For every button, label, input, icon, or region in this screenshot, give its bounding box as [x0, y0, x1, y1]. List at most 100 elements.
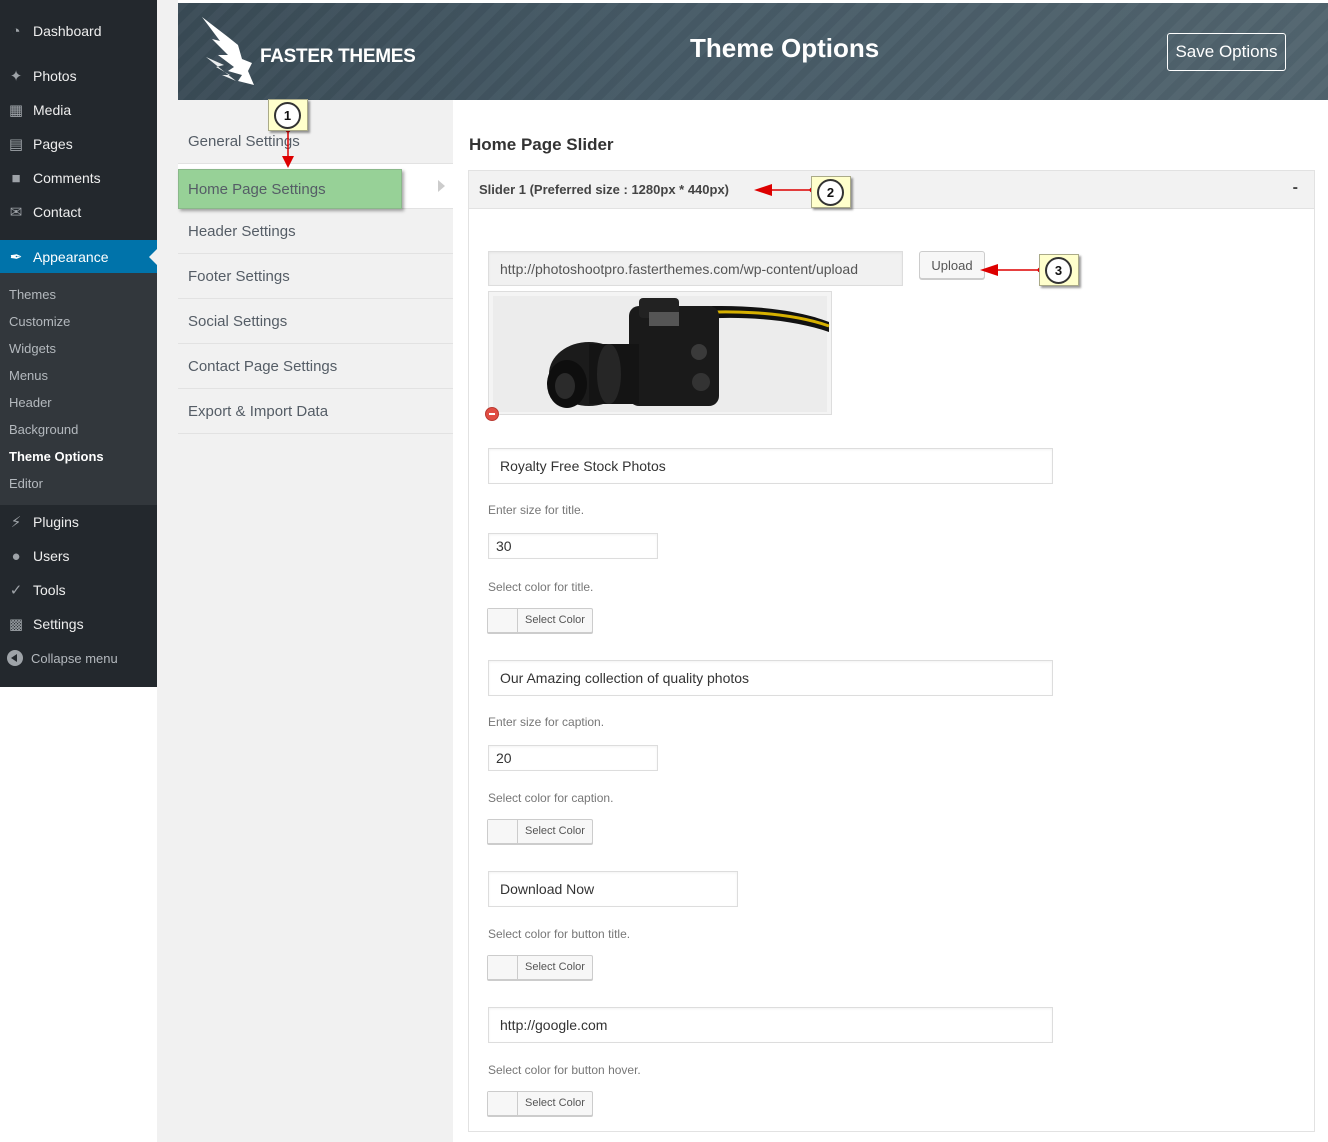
menu-item-contact[interactable]: ✉ Contact	[0, 195, 157, 229]
button-title-color-picker[interactable]: Select Color	[487, 955, 593, 980]
select-color-label: Select Color	[525, 614, 585, 626]
tab-contact-page-settings[interactable]: Contact Page Settings	[178, 344, 453, 389]
color-swatch	[488, 956, 518, 979]
camera-image	[489, 292, 831, 414]
admin-sidebar: ◔ Dashboard ✦ Photos ▦ Media ▤ Pages ■ C…	[0, 0, 157, 687]
slider-title-value: Royalty Free Stock Photos	[500, 458, 666, 474]
submenu-widgets[interactable]: Widgets	[9, 341, 56, 356]
menu-item-appearance[interactable]: ✒ Appearance	[0, 240, 157, 274]
annotation-callout-1: 1	[268, 99, 308, 131]
menu-item-settings[interactable]: ▩ Settings	[0, 607, 157, 641]
menu-item-label: Users	[33, 548, 70, 564]
image-url-value: http://photoshootpro.fasterthemes.com/wp…	[500, 260, 858, 277]
tab-social-settings[interactable]: Social Settings	[178, 299, 453, 344]
caption-color-hint: Select color for caption.	[488, 791, 614, 805]
image-url-field[interactable]: http://photoshootpro.fasterthemes.com/wp…	[488, 251, 903, 286]
title-size-value: 30	[496, 538, 512, 554]
upload-button[interactable]: Upload	[919, 251, 985, 279]
slider-caption-input[interactable]: Our Amazing collection of quality photos	[488, 660, 1053, 696]
submenu-menus[interactable]: Menus	[9, 368, 48, 383]
button-title-value: Download Now	[500, 881, 595, 897]
menu-item-label: Media	[33, 102, 72, 118]
tab-general-settings[interactable]: General Settings	[178, 119, 453, 164]
tab-arrow-icon	[438, 180, 445, 192]
menu-item-label: Pages	[33, 136, 73, 152]
slider-label: Slider 1 (Preferred size : 1280px * 440p…	[479, 182, 730, 197]
menu-item-dashboard[interactable]: ◔ Dashboard	[0, 14, 157, 48]
annotation-number: 2	[817, 179, 844, 206]
annotation-number: 3	[1045, 257, 1072, 284]
save-options-button[interactable]: Save Options	[1167, 33, 1286, 71]
submenu-editor[interactable]: Editor	[9, 476, 43, 491]
home-page-settings-highlight[interactable]: Home Page Settings	[178, 169, 402, 209]
tab-label: Header Settings	[188, 222, 296, 240]
tab-footer-settings[interactable]: Footer Settings	[178, 254, 453, 299]
tab-label: Footer Settings	[188, 267, 290, 285]
menu-item-label: Dashboard	[33, 23, 102, 39]
slider-title-input[interactable]: Royalty Free Stock Photos	[488, 448, 1053, 484]
color-swatch	[488, 1092, 518, 1115]
menu-item-pages[interactable]: ▤ Pages	[0, 127, 157, 161]
settings-nav: General Settings Header Settings Footer …	[178, 100, 453, 1142]
title-size-hint: Enter size for title.	[488, 503, 585, 517]
collapse-icon	[7, 650, 23, 666]
title-size-input[interactable]: 30	[488, 533, 658, 559]
menu-item-media[interactable]: ▦ Media	[0, 93, 157, 127]
caption-size-input[interactable]: 20	[488, 745, 658, 771]
menu-item-label: Plugins	[33, 514, 79, 530]
dashboard-icon: ◔	[11, 22, 21, 40]
button-hover-color-picker[interactable]: Select Color	[487, 1091, 593, 1116]
menu-item-label: Photos	[33, 68, 77, 84]
tab-label: Export & Import Data	[188, 402, 329, 420]
slider-header[interactable]: Slider 1 (Preferred size : 1280px * 440p…	[469, 171, 1314, 209]
button-link-value: http://google.com	[500, 1017, 608, 1033]
submenu-background[interactable]: Background	[9, 422, 78, 437]
menu-item-photos[interactable]: ✦ Photos	[0, 59, 157, 93]
tab-export-import-data[interactable]: Export & Import Data	[178, 389, 453, 434]
submenu-themes[interactable]: Themes	[9, 287, 56, 302]
tab-header-settings[interactable]: Header Settings	[178, 209, 453, 254]
caption-color-picker[interactable]: Select Color	[487, 819, 593, 844]
remove-image-icon[interactable]	[485, 407, 499, 421]
menu-item-tools[interactable]: ✓ Tools	[0, 573, 157, 607]
caption-size-value: 20	[496, 750, 512, 766]
button-hover-color-hint: Select color for button hover.	[488, 1063, 641, 1077]
menu-item-users[interactable]: ● Users	[0, 539, 157, 573]
media-icon: ▦	[8, 102, 24, 119]
active-menu-arrow	[149, 249, 157, 265]
appearance-submenu: Themes Customize Widgets Menus Header Ba…	[0, 273, 157, 505]
annotation-callout-3: 3	[1039, 254, 1079, 286]
select-color-label: Select Color	[525, 1097, 585, 1109]
button-title-input[interactable]: Download Now	[488, 871, 738, 907]
settings-icon: ▩	[8, 616, 24, 633]
annotation-number: 1	[274, 102, 301, 129]
collapse-toggle[interactable]: -	[1293, 179, 1298, 197]
menu-item-label: Settings	[33, 616, 84, 632]
menu-item-label: Comments	[33, 170, 101, 186]
color-swatch	[488, 820, 518, 843]
slider-image-preview	[488, 291, 832, 415]
page-title: Theme Options	[690, 33, 880, 63]
slider-caption-value: Our Amazing collection of quality photos	[500, 670, 750, 686]
menu-item-comments[interactable]: ■ Comments	[0, 161, 157, 195]
caption-size-hint: Enter size for caption.	[488, 715, 605, 729]
submenu-customize[interactable]: Customize	[9, 314, 70, 329]
section-title: Home Page Slider	[469, 135, 614, 154]
pin-icon: ✦	[9, 68, 23, 85]
menu-item-label: Contact	[33, 204, 82, 220]
menu-item-plugins[interactable]: ⚡ Plugins	[0, 505, 157, 539]
collapse-menu[interactable]: Collapse menu	[0, 645, 157, 671]
eagle-logo-icon	[202, 17, 254, 85]
title-color-hint: Select color for title.	[488, 580, 594, 594]
tab-label: Home Page Settings	[188, 180, 326, 198]
title-color-picker[interactable]: Select Color	[487, 608, 593, 633]
logo-text: FASTER THEMES	[260, 46, 416, 67]
content-gutter	[157, 0, 178, 1142]
submenu-theme-options[interactable]: Theme Options	[9, 449, 104, 464]
submenu-header[interactable]: Header	[9, 395, 52, 410]
menu-item-label: Appearance	[33, 249, 109, 265]
tab-label: Social Settings	[188, 312, 288, 330]
tab-label: General Settings	[188, 132, 300, 150]
mail-icon: ✉	[9, 204, 23, 221]
button-link-input[interactable]: http://google.com	[488, 1007, 1053, 1043]
